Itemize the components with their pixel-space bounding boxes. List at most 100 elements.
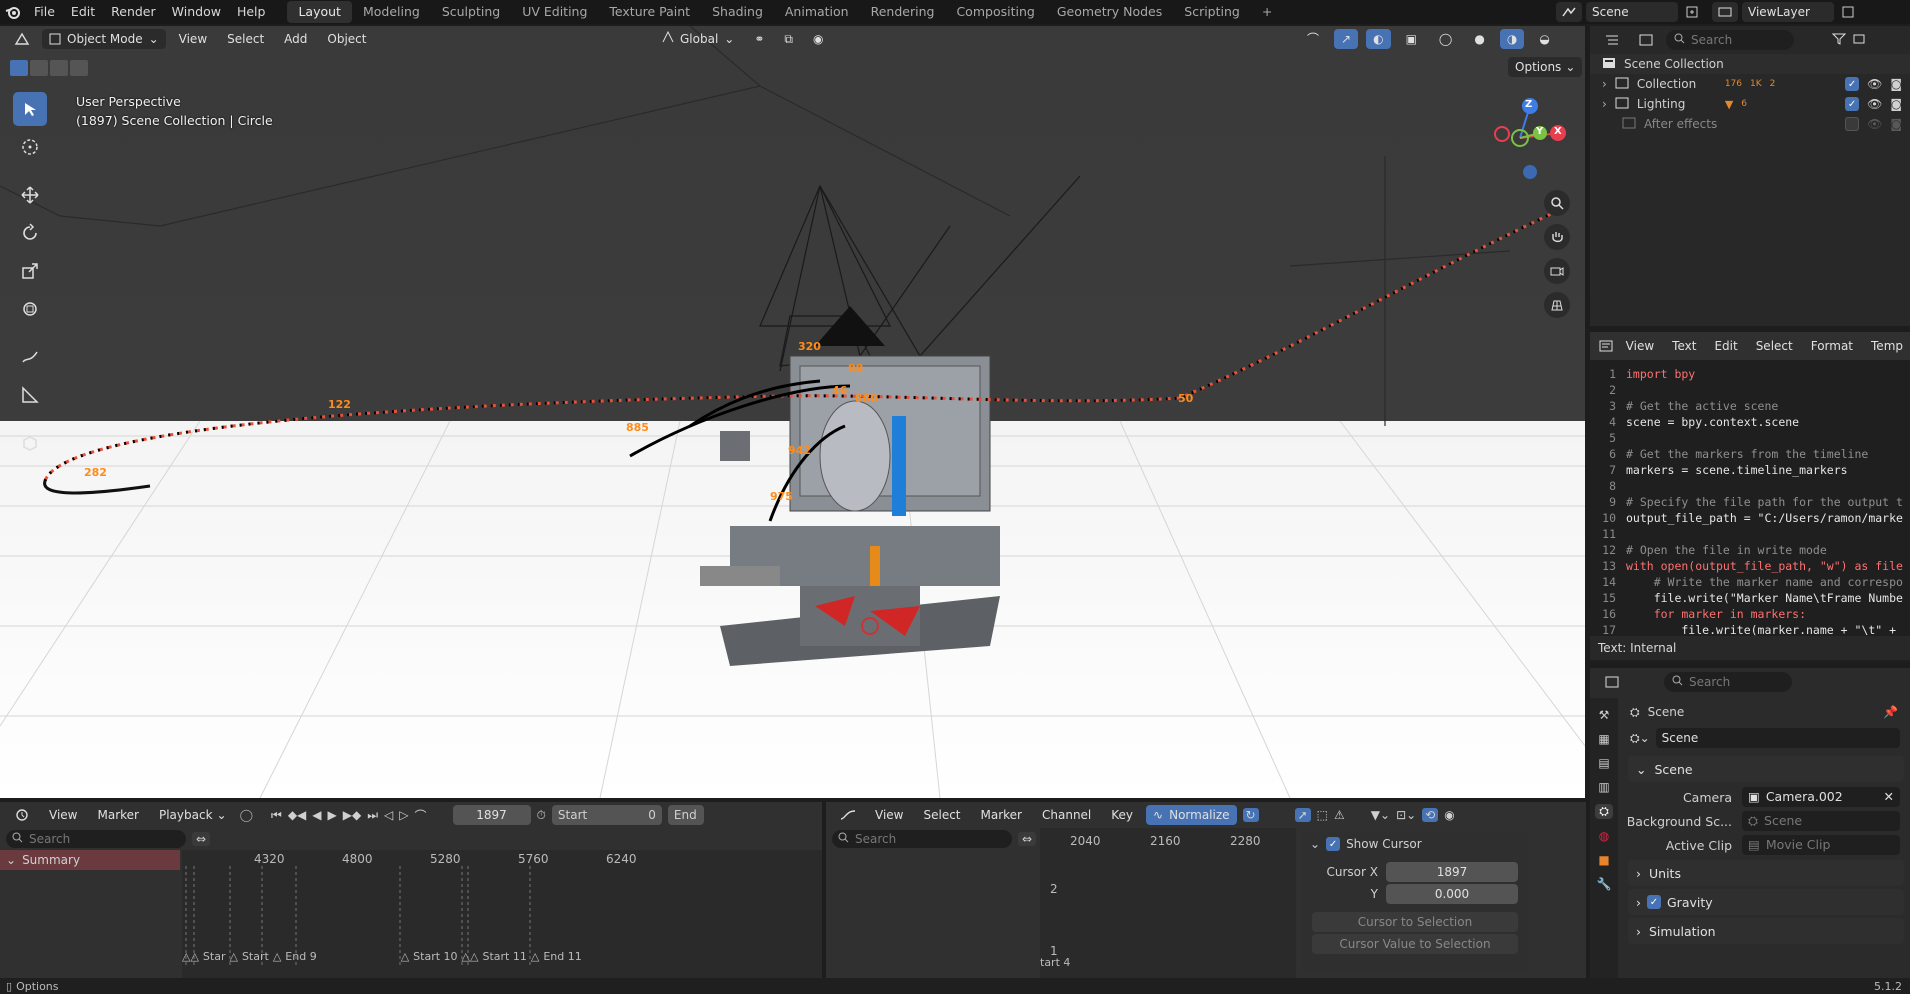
cursor-tool-icon[interactable]: [13, 130, 47, 164]
rendered-shading-icon[interactable]: ◒: [1532, 29, 1556, 49]
menu-select[interactable]: Select: [220, 29, 271, 49]
pan-hand-icon[interactable]: [1544, 224, 1570, 250]
eye-icon[interactable]: 👁: [1867, 77, 1882, 91]
cursor-value-to-selection-button[interactable]: Cursor Value to Selection: [1312, 934, 1518, 954]
timeline-editor-icon[interactable]: [8, 805, 36, 825]
visibility-icon[interactable]: ⌒: [1300, 29, 1326, 49]
navigation-gizmo[interactable]: Z Y X: [1480, 86, 1570, 186]
background-scene-field[interactable]: ⛭ Scene: [1742, 811, 1900, 831]
move-tool-icon[interactable]: [13, 178, 47, 212]
graph-menu-view[interactable]: View: [868, 805, 910, 825]
filter-icon[interactable]: [1831, 33, 1847, 48]
end-frame-field[interactable]: End: [667, 805, 704, 825]
menu-view[interactable]: View: [172, 29, 214, 49]
output-tab-icon[interactable]: ▤: [1598, 756, 1609, 770]
tool-tab-icon[interactable]: ⚒: [1599, 708, 1610, 722]
view-layer-field[interactable]: ViewLayer: [1742, 2, 1834, 22]
timeline-menu-marker[interactable]: Marker: [90, 805, 145, 825]
overlay-toggle-icon[interactable]: ◐: [1366, 29, 1391, 49]
clear-icon[interactable]: ✕: [1884, 787, 1894, 807]
annotate-tool-icon[interactable]: [13, 340, 47, 374]
code-line[interactable]: 17 file.write(marker.name + "\t" +: [1590, 622, 1910, 636]
new-view-layer-icon[interactable]: [1838, 2, 1858, 22]
properties-editor-icon[interactable]: [1598, 672, 1626, 692]
units-section-header[interactable]: › Units: [1628, 860, 1904, 886]
graph-editor-type-icon[interactable]: [834, 805, 862, 825]
menu-file[interactable]: File: [26, 0, 63, 24]
menu-add[interactable]: Add: [277, 29, 314, 49]
warning-icon[interactable]: ⚠: [1334, 808, 1345, 822]
keying-icon[interactable]: ⌒: [415, 807, 427, 824]
active-clip-field[interactable]: ▤ Movie Clip: [1742, 835, 1900, 855]
scale-tool-icon[interactable]: [13, 254, 47, 288]
options-dropdown[interactable]: Options ⌄: [1508, 57, 1583, 77]
pin-icon[interactable]: 📌: [1883, 705, 1898, 719]
transform-orientation-dropdown[interactable]: Global ⌄: [655, 29, 741, 49]
text-menu-text[interactable]: Text: [1665, 336, 1703, 356]
tab-compositing[interactable]: Compositing: [945, 1, 1045, 23]
code-line[interactable]: 14 # Write the marker name and correspo: [1590, 574, 1910, 590]
scene-selector-icon[interactable]: [1556, 2, 1582, 22]
current-frame-field[interactable]: 1897: [452, 805, 531, 825]
swap-icon[interactable]: ⇔: [192, 832, 211, 846]
exclude-checkbox[interactable]: ✓: [1845, 77, 1860, 91]
display-mode-icon[interactable]: [1632, 30, 1660, 50]
code-line[interactable]: 12 # Open the file in write mode: [1590, 542, 1910, 558]
measure-tool-icon[interactable]: [13, 378, 47, 412]
graph-area[interactable]: 2040 2160 2280 2 1 tart 4: [1040, 828, 1296, 980]
code-line[interactable]: 16 for marker in markers:: [1590, 606, 1910, 622]
scene-section-header[interactable]: ⌄ Scene: [1628, 756, 1904, 782]
normalize-toggle[interactable]: ∿ Normalize: [1146, 805, 1237, 825]
add-workspace-button[interactable]: +: [1251, 1, 1283, 23]
tab-scripting[interactable]: Scripting: [1173, 1, 1251, 23]
3d-viewport[interactable]: 320 122 282 885 50 942 975 880 46 88 Obj…: [0, 26, 1585, 798]
exclude-checkbox[interactable]: [1845, 117, 1860, 131]
camera-render-icon[interactable]: ◙: [1890, 97, 1902, 111]
graph-menu-channel[interactable]: Channel: [1035, 805, 1098, 825]
camera-field[interactable]: ▣ Camera.002 ✕: [1742, 787, 1900, 807]
marker-triangle-icon[interactable]: △: [229, 950, 237, 963]
tab-animation[interactable]: Animation: [774, 1, 860, 23]
text-menu-templates[interactable]: Temp: [1864, 336, 1910, 356]
view-layer-tab-icon[interactable]: ▥: [1598, 780, 1609, 794]
show-cursor-row[interactable]: ⌄ ✓ Show Cursor: [1302, 832, 1528, 856]
modifier-tab-icon[interactable]: 🔧: [1597, 877, 1612, 891]
gizmo-toggle-icon[interactable]: ↗: [1334, 29, 1359, 49]
outliner-row-after-effects[interactable]: After effects 👁 ◙: [1590, 114, 1910, 134]
render-tab-icon[interactable]: ▦: [1598, 732, 1609, 746]
new-scene-icon[interactable]: [1682, 2, 1702, 22]
select-subtract-icon[interactable]: [50, 60, 68, 76]
jump-keyframe-back-icon[interactable]: ◆◀: [288, 808, 306, 822]
text-menu-format[interactable]: Format: [1804, 336, 1860, 356]
scene-name-field[interactable]: Scene: [1586, 2, 1678, 22]
graph-menu-select[interactable]: Select: [916, 805, 967, 825]
proportional-icon[interactable]: ◉: [1444, 808, 1454, 822]
editor-type-icon[interactable]: [8, 29, 36, 49]
refresh-icon[interactable]: ↻: [1242, 808, 1259, 822]
ortho-grid-icon[interactable]: [1544, 292, 1570, 318]
zoom-icon[interactable]: [1544, 190, 1570, 216]
play-reverse-icon[interactable]: ◀: [312, 808, 321, 822]
show-hidden-icon[interactable]: ⬚: [1317, 808, 1328, 822]
transform-tool-icon[interactable]: [13, 292, 47, 326]
add-cube-tool-icon[interactable]: [13, 426, 47, 460]
outliner-editor-icon[interactable]: [1598, 30, 1626, 50]
world-tab-icon[interactable]: ◍: [1599, 829, 1609, 843]
tab-layout[interactable]: Layout: [287, 1, 352, 23]
object-tab-icon[interactable]: ■: [1598, 853, 1609, 867]
outliner-search[interactable]: Search: [1666, 30, 1794, 50]
code-line[interactable]: 5: [1590, 430, 1910, 446]
tab-geometry-nodes[interactable]: Geometry Nodes: [1046, 1, 1173, 23]
outliner-row-collection[interactable]: › Collection 176 1K 2 ✓ 👁 ◙: [1590, 74, 1910, 94]
marker-forward-icon[interactable]: ▷: [399, 808, 408, 822]
tab-texture-paint[interactable]: Texture Paint: [598, 1, 701, 23]
snap-icon[interactable]: ⟲: [1422, 808, 1439, 822]
tab-uv-editing[interactable]: UV Editing: [511, 1, 598, 23]
code-line[interactable]: 13 with open(output_file_path, "w") as fi…: [1590, 558, 1910, 574]
select-new-icon[interactable]: [10, 60, 28, 76]
swap-icon[interactable]: ⇔: [1018, 832, 1037, 846]
start-frame-field[interactable]: Start 0: [551, 805, 662, 825]
code-line[interactable]: 11: [1590, 526, 1910, 542]
timeline-menu-playback[interactable]: Playback ⌄: [152, 805, 234, 825]
select-box-icon[interactable]: [13, 92, 47, 126]
